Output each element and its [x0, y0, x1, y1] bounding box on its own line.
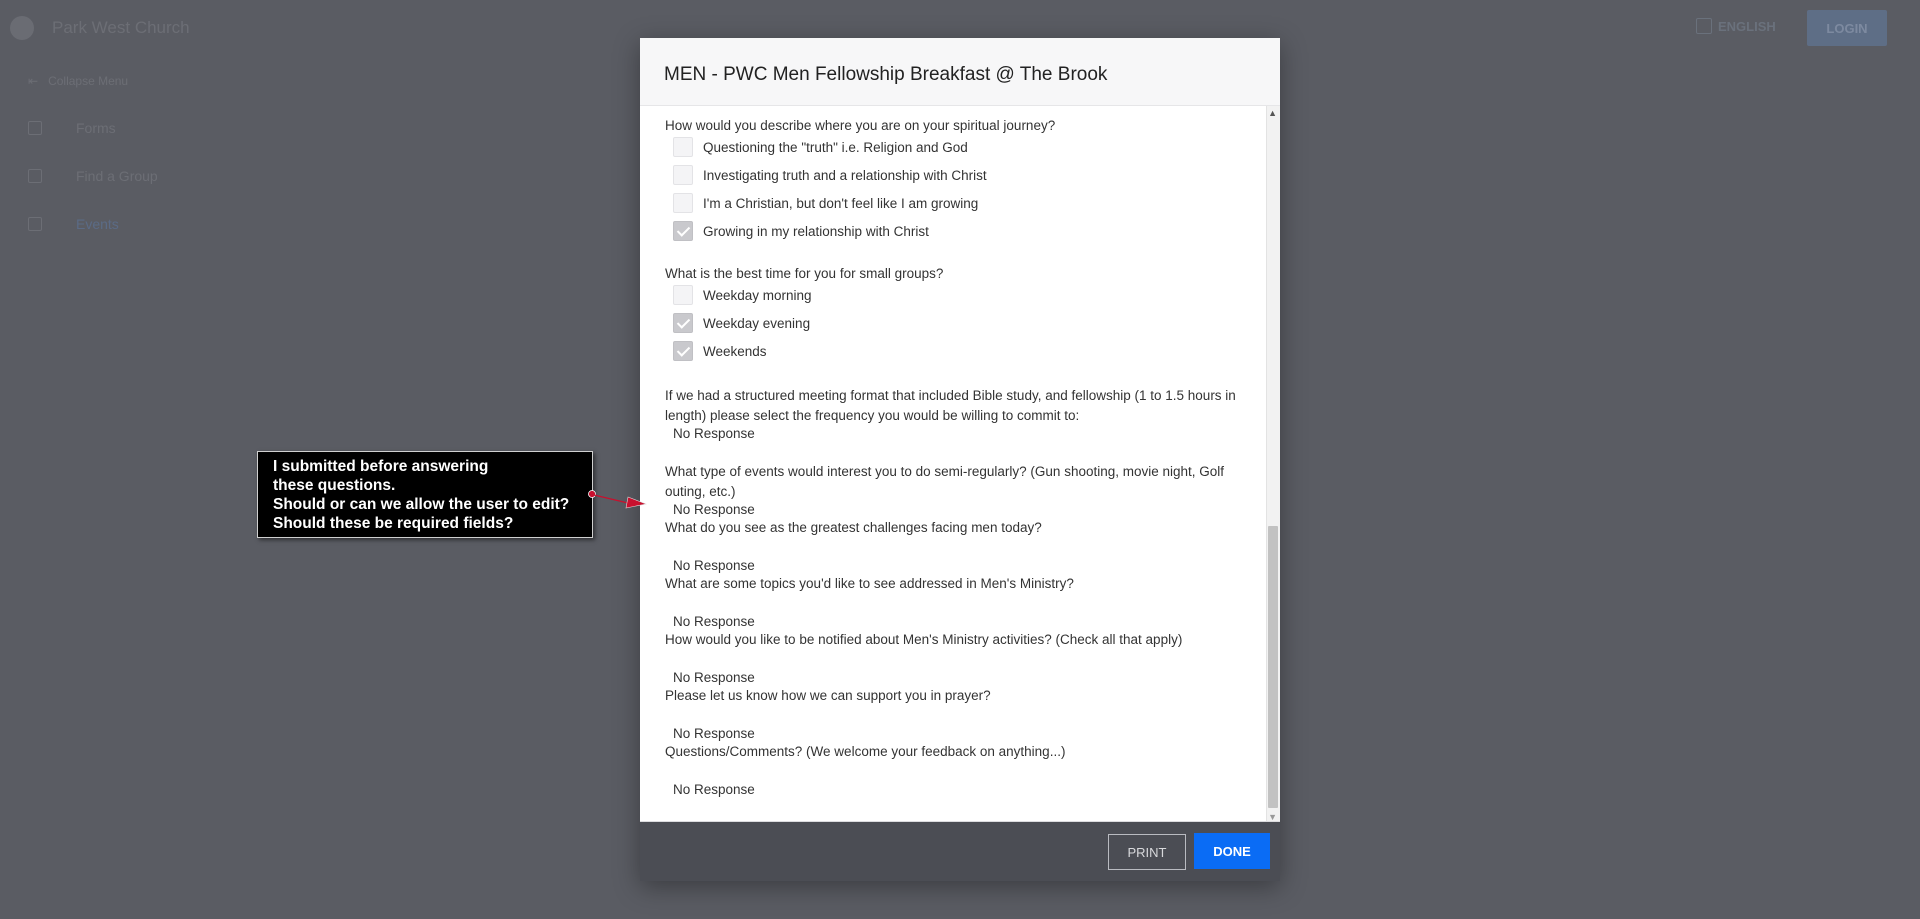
modal-body[interactable]: How would you describe where you are on … — [640, 106, 1280, 822]
sidebar-item-find-a-group: Find a Group — [28, 168, 158, 184]
checkbox-checked[interactable] — [673, 221, 693, 241]
response-value: No Response — [673, 726, 755, 741]
annotation-line: I submitted before answering — [273, 458, 489, 475]
option-item: Questioning the "truth" i.e. Religion an… — [673, 137, 968, 157]
question-best-time: What is the best time for you for small … — [665, 266, 944, 281]
option-label: Weekday evening — [703, 315, 811, 331]
question-notification: How would you like to be notified about … — [665, 632, 1183, 647]
checkbox-checked[interactable] — [673, 313, 693, 333]
option-item: Weekday morning — [673, 285, 812, 305]
response-value: No Response — [673, 782, 755, 797]
option-item: Weekends — [673, 341, 767, 361]
print-button[interactable]: PRINT — [1108, 834, 1186, 870]
sidebar-item-label: Forms — [76, 120, 116, 136]
question-comments: Questions/Comments? (We welcome your fee… — [665, 744, 1066, 759]
question-topics: What are some topics you'd like to see a… — [665, 576, 1074, 591]
option-label: Weekends — [703, 343, 767, 359]
church-logo-icon — [10, 16, 34, 40]
response-value: No Response — [673, 670, 755, 685]
checkbox[interactable] — [673, 165, 693, 185]
option-label: Weekday morning — [703, 287, 812, 303]
sidebar-item-label: Events — [76, 216, 119, 232]
scrollbar[interactable]: ▲ ▼ — [1266, 106, 1280, 821]
globe-icon — [1696, 18, 1712, 34]
language-selector: ENGLISH — [1696, 18, 1776, 34]
question-spiritual-journey: How would you describe where you are on … — [665, 118, 1056, 133]
response-value: No Response — [673, 558, 755, 573]
option-label: Investigating truth and a relationship w… — [703, 167, 987, 183]
option-label: Growing in my relationship with Christ — [703, 223, 929, 239]
response-value: No Response — [673, 502, 755, 517]
collapse-icon: ⇤ — [28, 74, 39, 88]
scroll-up-arrow-icon[interactable]: ▲ — [1268, 108, 1277, 118]
checkbox[interactable] — [673, 193, 693, 213]
sidebar-item-events: Events — [28, 216, 119, 232]
checkbox[interactable] — [673, 137, 693, 157]
question-challenges: What do you see as the greatest challeng… — [665, 520, 1042, 535]
done-button[interactable]: DONE — [1194, 833, 1270, 869]
annotation-arrow-icon — [588, 490, 648, 509]
option-label: I'm a Christian, but don't feel like I a… — [703, 195, 979, 211]
checkbox-checked[interactable] — [673, 341, 693, 361]
modal-header: MEN - PWC Men Fellowship Breakfast @ The… — [640, 38, 1280, 106]
option-item: Weekday evening — [673, 313, 810, 333]
annotation-callout: I submitted before answering these quest… — [257, 451, 593, 538]
modal-footer: PRINT DONE — [640, 822, 1280, 881]
annotation-line: Should these be required fields? — [273, 515, 514, 532]
question-meeting-frequency: If we had a structured meeting format th… — [665, 388, 1236, 423]
annotation-line: these questions. — [273, 477, 396, 494]
site-title: Park West Church — [52, 18, 190, 37]
checkbox[interactable] — [673, 285, 693, 305]
option-label: Questioning the "truth" i.e. Religion an… — [703, 139, 968, 155]
option-item: I'm a Christian, but don't feel like I a… — [673, 193, 978, 213]
language-label: ENGLISH — [1718, 18, 1776, 34]
question-prayer: Please let us know how we can support yo… — [665, 688, 991, 703]
login-button: LOGIN — [1807, 10, 1887, 46]
question-event-interests: What type of events would interest you t… — [665, 464, 1225, 499]
collapse-menu-toggle: ⇤ Collapse Menu — [28, 74, 128, 88]
option-item: Investigating truth and a relationship w… — [673, 165, 987, 185]
annotation-line: Should or can we allow the user to edit? — [273, 496, 570, 513]
response-value: No Response — [673, 426, 755, 441]
scrollbar-thumb[interactable] — [1268, 526, 1278, 808]
form-response-modal: MEN - PWC Men Fellowship Breakfast @ The… — [640, 38, 1280, 881]
option-item: Growing in my relationship with Christ — [673, 221, 929, 241]
calendar-icon — [28, 217, 42, 231]
sidebar-item-forms: Forms — [28, 120, 116, 136]
sidebar-item-label: Find a Group — [76, 168, 158, 184]
collapse-menu-label: Collapse Menu — [48, 74, 129, 88]
scroll-down-arrow-icon[interactable]: ▼ — [1268, 812, 1277, 821]
forms-icon — [28, 121, 42, 135]
response-value: No Response — [673, 614, 755, 629]
group-icon — [28, 169, 42, 183]
modal-title: MEN - PWC Men Fellowship Breakfast @ The… — [664, 64, 1108, 85]
